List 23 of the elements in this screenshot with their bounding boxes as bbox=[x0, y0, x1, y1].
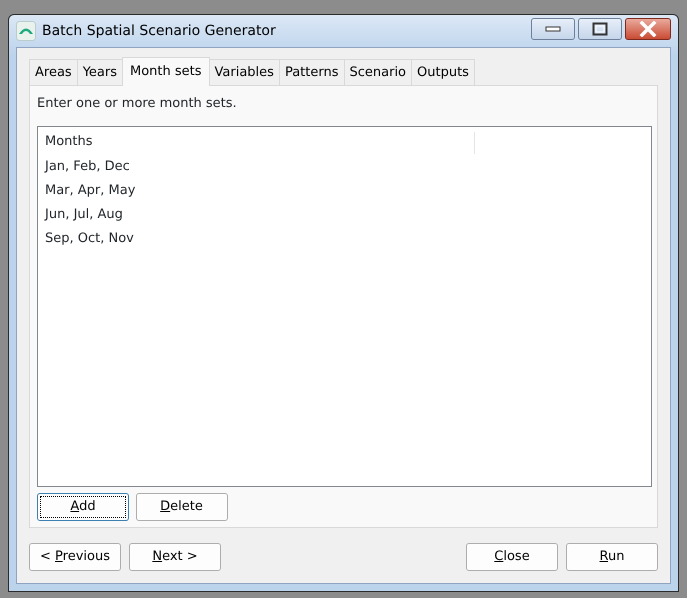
delete-button[interactable]: Delete bbox=[136, 493, 228, 521]
close-icon-button[interactable] bbox=[625, 18, 671, 40]
tab[interactable]: Month sets bbox=[122, 56, 210, 86]
run-button[interactable]: Run bbox=[566, 543, 658, 571]
list-item[interactable]: Jan, Feb, Dec bbox=[45, 158, 130, 174]
maximize-icon bbox=[592, 22, 608, 36]
list-item[interactable]: Sep, Oct, Nov bbox=[45, 230, 134, 246]
close-button[interactable]: Close bbox=[466, 543, 558, 571]
previous-button[interactable]: < Previous bbox=[29, 543, 121, 571]
minimize-icon bbox=[544, 26, 560, 32]
add-button[interactable]: Add bbox=[37, 493, 129, 521]
column-header[interactable]: Months bbox=[45, 134, 93, 148]
list-item[interactable]: Jun, Jul, Aug bbox=[45, 206, 123, 222]
list-item[interactable]: Mar, Apr, May bbox=[45, 182, 136, 198]
app-icon bbox=[16, 21, 36, 41]
minimize-button[interactable] bbox=[530, 18, 574, 40]
close-icon bbox=[639, 21, 657, 38]
tab[interactable]: Outputs bbox=[411, 58, 475, 85]
next-button[interactable]: Next > bbox=[129, 543, 221, 571]
maximize-button[interactable] bbox=[578, 18, 622, 40]
instruction-text: Enter one or more month sets. bbox=[37, 95, 238, 113]
tab[interactable]: Areas bbox=[29, 58, 78, 85]
window-title: Batch Spatial Scenario Generator bbox=[42, 22, 277, 40]
